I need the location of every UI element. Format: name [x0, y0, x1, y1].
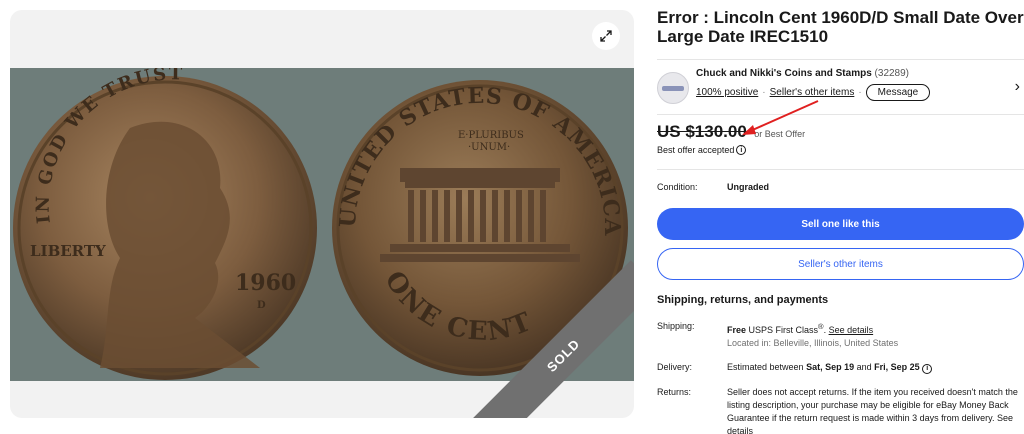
separator-dot: ·	[858, 87, 862, 98]
delivery-label: Delivery:	[657, 362, 693, 372]
seller-avatar[interactable]	[657, 72, 689, 104]
message-seller-button[interactable]: Message	[865, 84, 931, 101]
best-offer-accepted-text: Best offer accepted	[657, 145, 735, 155]
seller-positive-link[interactable]: 100% positive	[696, 87, 758, 98]
image-gallery[interactable]: IN GOD WE TRUST LIBERTY 1960 D UNITED ST…	[10, 10, 634, 418]
shipping-value: Free USPS First Class®. See details	[727, 322, 874, 335]
seller-card[interactable]: Chuck and Nikki's Coins and Stamps (3228…	[657, 59, 1024, 115]
condition-value: Ungraded	[727, 182, 770, 192]
location-row: Located in: Belleville, Illinois, United…	[657, 337, 1024, 350]
item-price: US $130.00	[657, 122, 747, 141]
listing-details: Error : Lincoln Cent 1960D/D Small Date …	[657, 8, 1024, 434]
item-location: Located in: Belleville, Illinois, United…	[727, 338, 899, 348]
seller-feedback-count: (32289)	[874, 68, 910, 79]
seller-other-items-link[interactable]: Seller's other items	[770, 87, 855, 98]
delivery-row: Delivery: Estimated between Sat, Sep 19 …	[657, 361, 1024, 374]
coin-photo: IN GOD WE TRUST LIBERTY 1960 D UNITED ST…	[10, 68, 634, 381]
coin-motto-line1: E·PLURIBUS	[458, 130, 524, 141]
coin-mint-text: D	[257, 300, 266, 311]
shipping-heading: Shipping, returns, and payments	[657, 294, 829, 306]
condition-label: Condition:	[657, 182, 698, 192]
coin-year-text: 1960	[235, 270, 296, 296]
returns-text: Seller does not accept returns. If the i…	[727, 387, 1018, 434]
price-block: US $130.00 or Best Offer Best offer acce…	[657, 122, 1024, 155]
coin-motto-line2: ·UNUM·	[468, 142, 510, 153]
best-offer-accepted: Best offer accepted i	[657, 145, 1024, 155]
shipping-service: USPS First Class	[748, 325, 819, 335]
delivery-prefix: Estimated between	[727, 362, 804, 372]
delivery-and: and	[856, 362, 872, 372]
separator-dot: ·	[762, 87, 766, 98]
shipping-row: Shipping: Free USPS First Class®. See de…	[657, 320, 1024, 337]
seller-name-line[interactable]: Chuck and Nikki's Coins and Stamps (3228…	[696, 68, 909, 79]
delivery-end: Fri, Sep 25	[874, 362, 920, 372]
delivery-start: Sat, Sep 19	[806, 362, 855, 372]
info-icon[interactable]: i	[922, 363, 933, 374]
coin-liberty-text: LIBERTY	[30, 242, 106, 260]
chevron-right-icon[interactable]: ›	[1015, 78, 1020, 96]
seller-links: 100% positive · Seller's other items · M…	[696, 84, 931, 101]
expand-icon	[600, 30, 612, 42]
sell-one-like-this-button[interactable]: Sell one like this	[657, 208, 1024, 240]
divider	[657, 169, 1024, 170]
info-icon[interactable]: i	[736, 145, 747, 155]
seller-name[interactable]: Chuck and Nikki's Coins and Stamps	[696, 68, 872, 79]
shipping-reg-mark: ®	[818, 322, 824, 331]
condition-row: Condition: Ungraded	[657, 182, 769, 192]
shipping-label: Shipping:	[657, 321, 695, 331]
sellers-other-items-button[interactable]: Seller's other items	[657, 248, 1024, 280]
delivery-value: Estimated between Sat, Sep 19 and Fri, S…	[727, 361, 1024, 374]
returns-label: Returns:	[657, 387, 692, 397]
shipping-free: Free	[727, 325, 747, 335]
best-offer-label: or Best Offer	[754, 129, 806, 139]
listing-title: Error : Lincoln Cent 1960D/D Small Date …	[657, 8, 1024, 46]
seller-logo-icon	[662, 85, 684, 91]
shipping-details-link[interactable]: See details	[829, 325, 874, 335]
returns-row: Returns: Seller does not accept returns.…	[657, 386, 1024, 434]
expand-image-button[interactable]	[592, 22, 620, 50]
